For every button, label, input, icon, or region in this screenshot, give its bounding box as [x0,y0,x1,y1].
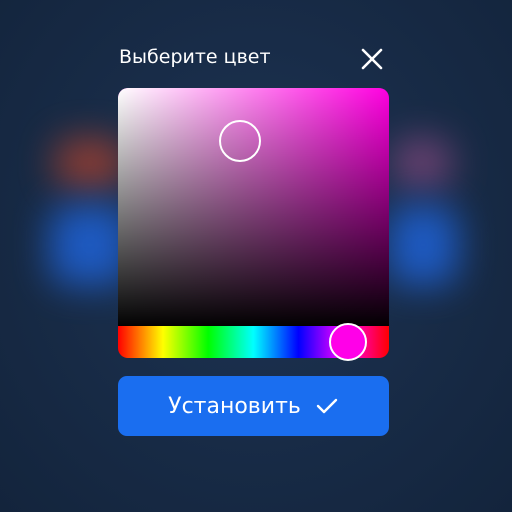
hue-slider[interactable] [118,323,389,361]
dialog-title: Выберите цвет [119,46,271,68]
sv-selector-handle[interactable] [218,119,261,162]
close-button[interactable] [358,45,386,73]
saturation-brightness-area[interactable] [118,88,389,328]
blurred-tile-pink [392,138,452,188]
blurred-tile-blue-right [388,205,458,285]
close-icon [361,48,383,70]
checkmark-icon [316,398,338,414]
apply-button[interactable]: Установить [118,376,389,436]
hue-slider-handle[interactable] [329,323,368,361]
apply-button-label: Установить [168,393,301,419]
blurred-tile-orange [55,138,125,188]
